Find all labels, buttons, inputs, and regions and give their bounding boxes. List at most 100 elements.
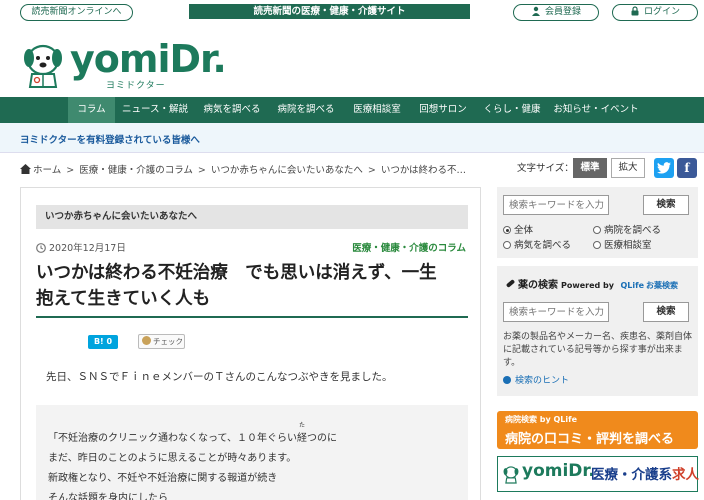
user-icon: [531, 6, 540, 16]
series-title[interactable]: いつか赤ちゃんに会いたいあなたへ: [36, 205, 468, 229]
site-logo[interactable]: yomiDr. ヨミドクター: [20, 38, 227, 91]
site-search-button[interactable]: 検索: [643, 195, 689, 215]
drug-search-description: お薬の製品名やメーカー名、疾患名、薬剤自体に記載されている記号等から探す事が出来…: [503, 332, 693, 368]
top-utility-bar: 読売新聞オンラインへ 読売新聞の医療・健康・介護サイト 会員登録 ログイン: [0, 0, 704, 24]
title-divider: [36, 316, 468, 318]
logo-wordmark: yomiDr.: [70, 37, 227, 81]
chevron-right-icon: >: [197, 165, 206, 176]
clock-icon: [36, 243, 46, 253]
quote-line-1-tail: つのに: [307, 433, 337, 444]
article-date-text: 2020年12月17日: [49, 243, 126, 254]
nav-item-column[interactable]: コラム: [68, 97, 115, 123]
jobs-banner-logo: yomiDr.: [522, 461, 595, 481]
hospital-review-text: 病院の口コミ・評判を調べる: [505, 432, 675, 447]
article-title-line1: いつかは終わる不妊治療 でも思いは消えず、一生: [36, 263, 437, 283]
ruby-base: 経: [297, 433, 307, 444]
nav-item-salon[interactable]: 回想サロン: [411, 97, 475, 123]
search-hint-link[interactable]: 検索のヒント: [503, 373, 569, 386]
nav-item-news[interactable]: ニュース・解説: [115, 97, 195, 123]
chevron-right-icon: >: [367, 165, 376, 176]
search-scope-diseases-label: 病気を調べる: [514, 240, 572, 251]
mixi-check-label: チェック: [153, 337, 183, 346]
mixi-icon: [142, 336, 151, 345]
jobs-banner-text: 医療・介護系求人: [591, 463, 699, 483]
login-label: ログイン: [643, 7, 680, 17]
yomiuri-online-link[interactable]: 読売新聞オンラインへ: [20, 4, 133, 21]
drug-search-heading: 薬の検索 Powered by QLife お薬検索: [505, 276, 678, 291]
nav-item-hospitals[interactable]: 病院を調べる: [269, 97, 343, 123]
search-scope-all-label: 全体: [514, 225, 534, 236]
medical-jobs-banner[interactable]: yomiDr. 医療・介護系求人: [497, 456, 699, 492]
font-size-large-button[interactable]: 拡大: [611, 158, 645, 178]
nav-item-diseases[interactable]: 病気を調べる: [195, 97, 269, 123]
pill-capsule-icon: [506, 279, 515, 288]
hospital-review-banner[interactable]: 病院検索 by QLife 病院の口コミ・評判を調べる: [497, 411, 698, 449]
drug-search-button[interactable]: 検索: [643, 302, 689, 322]
drug-search-title: 薬の検索: [518, 280, 558, 291]
search-scope-diseases-radio[interactable]: 病気を調べる: [503, 237, 571, 251]
font-size-label: 文字サイズ：: [517, 163, 574, 174]
article-container: いつか赤ちゃんに会いたいあなたへ 2020年12月17日 医療・健康・介護のコラ…: [20, 187, 481, 500]
member-register-label: 会員登録: [544, 7, 581, 17]
main-navigation: コラム ニュース・解説 病気を調べる 病院を調べる 医療相談室 回想サロン くら…: [0, 97, 704, 123]
hatena-bookmark-button[interactable]: B! 0: [88, 335, 118, 349]
drug-search-input[interactable]: [503, 302, 609, 322]
article-category-link[interactable]: 医療・健康・介護のコラム: [352, 240, 466, 254]
search-scope-all-radio[interactable]: 全体: [503, 222, 533, 236]
quote-line-2: まだ、昨日のことのように思えることが時々あります。: [48, 453, 297, 464]
nav-item-lifestyle[interactable]: くらし・健康: [475, 97, 549, 123]
article-date: 2020年12月17日: [36, 240, 126, 254]
ruby-annotation: 経た: [297, 422, 307, 444]
radio-unchecked-icon: [593, 241, 601, 249]
site-search-box: 検索 全体 病院を調べる 病気を調べる 医療相談室: [497, 187, 698, 258]
home-icon: [20, 164, 31, 174]
logo-kana: ヨミドクター: [106, 81, 166, 91]
breadcrumb-home[interactable]: ホーム: [33, 162, 61, 176]
bullet-icon: [503, 376, 511, 384]
twitter-share-button[interactable]: [654, 158, 674, 178]
search-hint-label: 検索のヒント: [515, 376, 570, 386]
doctor-dog-mascot-icon: [503, 466, 519, 484]
powered-by-text: Powered by: [561, 281, 614, 290]
jobs-banner-accent: 求人: [672, 467, 699, 483]
article-title-line2: 抱えて生きていく人も: [36, 289, 211, 309]
drug-search-box: 薬の検索Powered by QLifeお薬検索 検索 お薬の製品名やメーカー名…: [497, 266, 698, 396]
chevron-right-icon: >: [66, 165, 75, 176]
breadcrumb: ホーム > 医療・健康・介護のコラム > いつか赤ちゃんに会いたいあなたへ > いつかは終わ…: [20, 162, 466, 178]
quote-line-3: 新政権となり、不妊や不妊治療に関する報道が続き: [48, 473, 278, 484]
okusuri-brand: お薬検索: [646, 281, 679, 290]
ruby-reading: た: [299, 422, 306, 429]
search-scope-hospitals-radio[interactable]: 病院を調べる: [593, 222, 661, 236]
quote-block: 「不妊治療のクリニック通わなくなって、１０年ぐらい経たつのに まだ、昨日のことの…: [36, 405, 468, 500]
facebook-f-icon: f: [684, 161, 690, 175]
search-scope-consultation-label: 医療相談室: [604, 240, 652, 251]
subscriber-promo-bar: ヨミドクターを有料登録されている皆様へ: [0, 123, 704, 153]
quote-line-1-text: 「不妊治療のクリニック通わなくなって、１０年ぐらい: [48, 433, 297, 444]
article-lead-paragraph: 先日、ＳＮＳでＦｉｎｅメンバーのＴさんのこんなつぶやきを見ました。: [46, 371, 393, 383]
breadcrumb-series[interactable]: いつか赤ちゃんに会いたいあなたへ: [211, 162, 363, 176]
subscriber-promo-link[interactable]: ヨミドクターを有料登録されている皆様へ: [20, 132, 200, 146]
radio-unchecked-icon: [503, 241, 511, 249]
site-search-input[interactable]: [503, 195, 609, 215]
facebook-share-button[interactable]: f: [677, 158, 697, 178]
article-title: いつかは終わる不妊治療 でも思いは消えず、一生 抱えて生きていく人も: [36, 260, 472, 312]
qlife-brand: QLife: [620, 281, 645, 290]
hospital-search-by-qlife: 病院検索 by QLife: [505, 415, 578, 424]
search-scope-consultation-radio[interactable]: 医療相談室: [593, 237, 652, 251]
doctor-dog-mascot-icon: [24, 44, 62, 88]
twitter-bird-icon: [657, 162, 671, 174]
radio-unchecked-icon: [593, 226, 601, 234]
quote-line-1: 「不妊治療のクリニック通わなくなって、１０年ぐらい経たつのに: [48, 422, 337, 444]
mixi-check-button[interactable]: チェック: [138, 334, 185, 349]
login-button[interactable]: ログイン: [612, 4, 698, 21]
radio-checked-icon: [503, 226, 511, 234]
quote-line-4: そんな話題を身内にしたら: [48, 493, 168, 500]
search-scope-hospitals-label: 病院を調べる: [604, 225, 662, 236]
nav-item-events[interactable]: お知らせ・イベント: [549, 97, 643, 123]
breadcrumb-column[interactable]: 医療・健康・介護のコラム: [79, 162, 193, 176]
font-size-standard-button[interactable]: 標準: [573, 158, 607, 178]
member-register-button[interactable]: 会員登録: [513, 4, 599, 21]
nav-item-consultation[interactable]: 医療相談室: [343, 97, 411, 123]
jobs-banner-main: 医療・介護系: [591, 467, 672, 483]
lock-icon: [631, 6, 639, 16]
